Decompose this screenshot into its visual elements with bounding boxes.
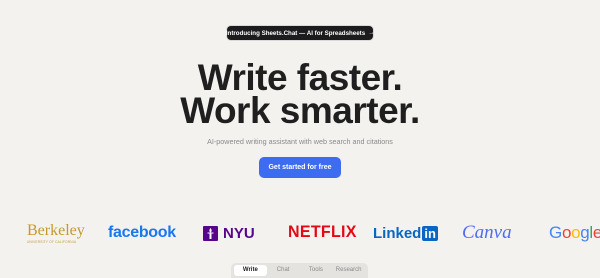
tab-research[interactable]: Research — [332, 265, 365, 276]
canva-logo: Canva — [462, 222, 512, 243]
berkeley-wordmark: Berkeley — [27, 221, 85, 239]
google-letter: e — [592, 223, 600, 242]
tab-write[interactable]: Write — [234, 265, 267, 276]
google-logo: Google — [549, 219, 600, 247]
nyu-logo: NYU — [203, 219, 255, 247]
google-letter: o — [561, 223, 572, 242]
nyu-torch-icon — [203, 225, 218, 241]
arrow-right-icon: → — [368, 30, 375, 36]
berkeley-logo: Berkeley UNIVERSITY OF CALIFORNIA — [27, 219, 85, 247]
berkeley-subtitle: UNIVERSITY OF CALIFORNIA — [27, 239, 77, 244]
linkedin-in-badge: in — [422, 225, 438, 241]
announcement-text: Introducing Sheets.Chat — AI for Spreads… — [225, 29, 366, 37]
linkedin-logo: Linked in — [373, 219, 438, 247]
google-letter: g — [580, 223, 590, 242]
hero-headline-line-2: Work smarter. — [180, 90, 420, 131]
linkedin-wordmark: Linked — [373, 224, 422, 242]
hero-subtitle: AI-powered writing assistant with web se… — [207, 137, 393, 146]
tab-tools[interactable]: Tools — [300, 265, 333, 276]
facebook-logo: facebook — [108, 224, 176, 241]
google-letter: G — [549, 223, 562, 242]
tab-chat[interactable]: Chat — [267, 265, 300, 276]
get-started-button[interactable]: Get started for free — [259, 157, 341, 178]
google-letter: o — [571, 223, 581, 242]
nyu-wordmark: NYU — [223, 224, 255, 242]
announcement-banner[interactable]: Introducing Sheets.Chat — AI for Spreads… — [225, 26, 375, 40]
netflix-logo: NETFLIX — [288, 223, 357, 242]
feature-tabs: Write Chat Tools Research — [231, 263, 368, 278]
customer-logos: Berkeley UNIVERSITY OF CALIFORNIA facebo… — [0, 219, 600, 247]
